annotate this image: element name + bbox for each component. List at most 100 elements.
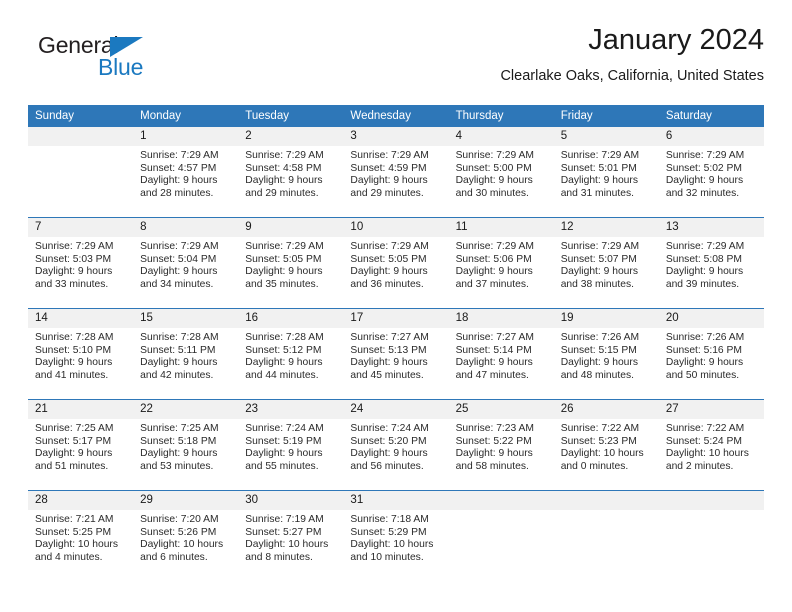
day-number: 7 xyxy=(28,218,134,237)
calendar-day-cell[interactable]: 6 Sunrise: 7:29 AM Sunset: 5:02 PM Daylight… xyxy=(658,127,764,218)
day-box: 18 Sunrise: 7:27 AM Sunset: 5:14 PM Dayligh… xyxy=(448,309,554,399)
sunset-text: Sunset: 5:25 PM xyxy=(35,526,112,538)
day-box: 13 Sunrise: 7:29 AM Sunset: 5:08 PM Dayligh… xyxy=(658,218,764,308)
day-box xyxy=(28,127,134,217)
day-box: 9 Sunrise: 7:29 AM Sunset: 5:05 PM Daylight… xyxy=(238,218,344,308)
daylight-text: Daylight: 9 hours and 50 minutes. xyxy=(665,357,744,381)
sunrise-text: Sunrise: 7:21 AM xyxy=(35,514,114,525)
calendar-day-cell[interactable]: 1 Sunrise: 7:29 AM Sunset: 4:57 PM Daylight… xyxy=(133,127,239,218)
sunrise-text: Sunrise: 7:25 AM xyxy=(140,423,219,434)
sunrise-text: Sunrise: 7:28 AM xyxy=(140,332,219,343)
calendar-day-cell[interactable]: 26 Sunrise: 7:22 AM Sunset: 5:23 PM Dayligh… xyxy=(553,399,659,491)
day-box: 7 Sunrise: 7:29 AM Sunset: 5:03 PM Daylight… xyxy=(28,218,134,308)
sunrise-text: Sunrise: 7:29 AM xyxy=(245,150,324,161)
weekday-header-monday: Monday xyxy=(133,105,239,127)
sunrise-text: Sunrise: 7:24 AM xyxy=(245,423,324,434)
day-number: 8 xyxy=(133,218,239,237)
day-details: Sunrise: 7:29 AM Sunset: 5:03 PM Daylight:… xyxy=(28,237,133,291)
calendar-header-row: Sunday Monday Tuesday Wednesday Thursday… xyxy=(28,105,764,127)
sunrise-text: Sunrise: 7:29 AM xyxy=(455,241,534,252)
calendar-day-cell[interactable]: 2 Sunrise: 7:29 AM Sunset: 4:58 PM Daylight… xyxy=(238,127,344,218)
day-number xyxy=(553,491,659,510)
calendar-day-cell[interactable]: 8 Sunrise: 7:29 AM Sunset: 5:04 PM Daylight… xyxy=(133,217,239,309)
calendar-day-cell[interactable]: 31 Sunrise: 7:18 AM Sunset: 5:29 PM Dayligh… xyxy=(343,490,449,581)
sunrise-text: Sunrise: 7:26 AM xyxy=(560,332,640,343)
sunrise-text: Sunrise: 7:29 AM xyxy=(245,241,324,252)
calendar-day-cell[interactable]: 25 Sunrise: 7:23 AM Sunset: 5:22 PM Dayligh… xyxy=(448,399,554,491)
calendar-day-cell[interactable]: 10 Sunrise: 7:29 AM Sunset: 5:05 PM Dayligh… xyxy=(343,217,449,309)
calendar-day-cell[interactable]: 14 Sunrise: 7:28 AM Sunset: 5:10 PM Dayligh… xyxy=(28,308,134,400)
sunset-text: Sunset: 5:02 PM xyxy=(665,162,742,174)
day-box: 12 Sunrise: 7:29 AM Sunset: 5:07 PM Dayligh… xyxy=(553,218,659,308)
daylight-text: Daylight: 10 hours and 6 minutes. xyxy=(140,539,224,563)
calendar-day-cell[interactable]: 9 Sunrise: 7:29 AM Sunset: 5:05 PM Daylight… xyxy=(238,217,344,309)
sunrise-text: Sunrise: 7:25 AM xyxy=(35,423,114,434)
calendar-day-cell[interactable]: 24 Sunrise: 7:24 AM Sunset: 5:20 PM Dayligh… xyxy=(343,399,449,491)
sunset-text: Sunset: 5:19 PM xyxy=(245,435,322,447)
sunrise-text: Sunrise: 7:29 AM xyxy=(140,241,219,252)
daylight-text: Daylight: 9 hours and 38 minutes. xyxy=(560,266,638,290)
day-number: 6 xyxy=(658,127,764,146)
day-details: Sunrise: 7:25 AM Sunset: 5:17 PM Daylight:… xyxy=(28,419,133,473)
calendar-day-cell[interactable]: 19 Sunrise: 7:26 AM Sunset: 5:15 PM Dayligh… xyxy=(553,308,659,400)
daylight-text: Daylight: 9 hours and 30 minutes. xyxy=(455,175,533,199)
day-box: 27 Sunrise: 7:22 AM Sunset: 5:24 PM Dayligh… xyxy=(658,400,764,490)
sunset-text: Sunset: 5:01 PM xyxy=(560,162,637,174)
calendar-day-cell[interactable]: 3 Sunrise: 7:29 AM Sunset: 4:59 PM Daylight… xyxy=(343,127,449,218)
day-box: 2 Sunrise: 7:29 AM Sunset: 4:58 PM Daylight… xyxy=(238,127,344,217)
calendar-day-cell[interactable]: 5 Sunrise: 7:29 AM Sunset: 5:01 PM Daylight… xyxy=(553,127,659,218)
calendar-day-cell[interactable]: 30 Sunrise: 7:19 AM Sunset: 5:27 PM Dayligh… xyxy=(238,490,344,581)
calendar-day-cell[interactable]: 18 Sunrise: 7:27 AM Sunset: 5:14 PM Dayligh… xyxy=(448,308,554,400)
sunrise-text: Sunrise: 7:20 AM xyxy=(140,514,219,525)
calendar-day-cell[interactable]: 27 Sunrise: 7:22 AM Sunset: 5:24 PM Dayligh… xyxy=(658,399,764,491)
sunrise-text: Sunrise: 7:22 AM xyxy=(665,423,745,434)
calendar-day-cell[interactable]: 21 Sunrise: 7:25 AM Sunset: 5:17 PM Dayligh… xyxy=(28,399,134,491)
day-box: 29 Sunrise: 7:20 AM Sunset: 5:26 PM Dayligh… xyxy=(133,491,239,581)
day-details: Sunrise: 7:20 AM Sunset: 5:26 PM Daylight:… xyxy=(133,510,238,564)
calendar-day-cell[interactable]: 22 Sunrise: 7:25 AM Sunset: 5:18 PM Dayligh… xyxy=(133,399,239,491)
day-number: 25 xyxy=(448,400,554,419)
daylight-text: Daylight: 9 hours and 48 minutes. xyxy=(560,357,638,381)
calendar-day-cell[interactable]: 12 Sunrise: 7:29 AM Sunset: 5:07 PM Dayligh… xyxy=(553,217,659,309)
day-details: Sunrise: 7:29 AM Sunset: 5:08 PM Daylight:… xyxy=(659,237,764,291)
calendar-day-cell[interactable]: 20 Sunrise: 7:26 AM Sunset: 5:16 PM Dayligh… xyxy=(658,308,764,400)
day-number: 1 xyxy=(133,127,239,146)
daylight-text: Daylight: 10 hours and 10 minutes. xyxy=(350,539,434,563)
calendar-day-cell[interactable]: 17 Sunrise: 7:27 AM Sunset: 5:13 PM Dayligh… xyxy=(343,308,449,400)
day-number: 20 xyxy=(658,309,764,328)
day-box: 14 Sunrise: 7:28 AM Sunset: 5:10 PM Dayligh… xyxy=(28,309,134,399)
day-box: 20 Sunrise: 7:26 AM Sunset: 5:16 PM Dayligh… xyxy=(658,309,764,399)
logo-text-blue: Blue xyxy=(98,54,144,80)
calendar-day-cell[interactable]: 23 Sunrise: 7:24 AM Sunset: 5:19 PM Dayligh… xyxy=(238,399,344,491)
day-box: 22 Sunrise: 7:25 AM Sunset: 5:18 PM Dayligh… xyxy=(133,400,239,490)
day-details: Sunrise: 7:26 AM Sunset: 5:16 PM Daylight:… xyxy=(659,328,764,382)
day-box xyxy=(658,491,764,581)
calendar-day-cell[interactable]: 28 Sunrise: 7:21 AM Sunset: 5:25 PM Dayligh… xyxy=(28,490,134,581)
day-box: 23 Sunrise: 7:24 AM Sunset: 5:19 PM Dayligh… xyxy=(238,400,344,490)
daylight-text: Daylight: 9 hours and 58 minutes. xyxy=(455,448,533,472)
sunrise-text: Sunrise: 7:29 AM xyxy=(455,150,534,161)
daylight-text: Daylight: 9 hours and 32 minutes. xyxy=(665,175,744,199)
calendar-day-cell[interactable]: 11 Sunrise: 7:29 AM Sunset: 5:06 PM Dayligh… xyxy=(448,217,554,309)
calendar-day-cell[interactable]: 13 Sunrise: 7:29 AM Sunset: 5:08 PM Dayligh… xyxy=(658,217,764,309)
day-number: 29 xyxy=(133,491,239,510)
general-blue-logo[interactable]: General Blue xyxy=(38,32,228,88)
daylight-text: Daylight: 9 hours and 53 minutes. xyxy=(140,448,218,472)
daylight-text: Daylight: 9 hours and 28 minutes. xyxy=(140,175,218,199)
day-number: 26 xyxy=(553,400,659,419)
calendar-day-cell[interactable]: 15 Sunrise: 7:28 AM Sunset: 5:11 PM Dayligh… xyxy=(133,308,239,400)
page-subtitle: Clearlake Oaks, California, United State… xyxy=(500,68,764,84)
sunrise-text: Sunrise: 7:29 AM xyxy=(665,241,745,252)
sunset-text: Sunset: 5:29 PM xyxy=(350,526,427,538)
day-details: Sunrise: 7:25 AM Sunset: 5:18 PM Daylight:… xyxy=(133,419,238,473)
day-box: 11 Sunrise: 7:29 AM Sunset: 5:06 PM Dayligh… xyxy=(448,218,554,308)
day-number: 13 xyxy=(658,218,764,237)
day-details xyxy=(554,510,659,514)
calendar-day-cell[interactable]: 16 Sunrise: 7:28 AM Sunset: 5:12 PM Dayligh… xyxy=(238,308,344,400)
calendar-day-cell[interactable]: 7 Sunrise: 7:29 AM Sunset: 5:03 PM Daylight… xyxy=(28,217,134,309)
calendar-day-cell[interactable]: 4 Sunrise: 7:29 AM Sunset: 5:00 PM Daylight… xyxy=(448,127,554,218)
sunset-text: Sunset: 5:00 PM xyxy=(455,162,532,174)
calendar-day-cell[interactable]: 29 Sunrise: 7:20 AM Sunset: 5:26 PM Dayligh… xyxy=(133,490,239,581)
day-number xyxy=(28,127,134,146)
daylight-text: Daylight: 10 hours and 4 minutes. xyxy=(35,539,118,563)
